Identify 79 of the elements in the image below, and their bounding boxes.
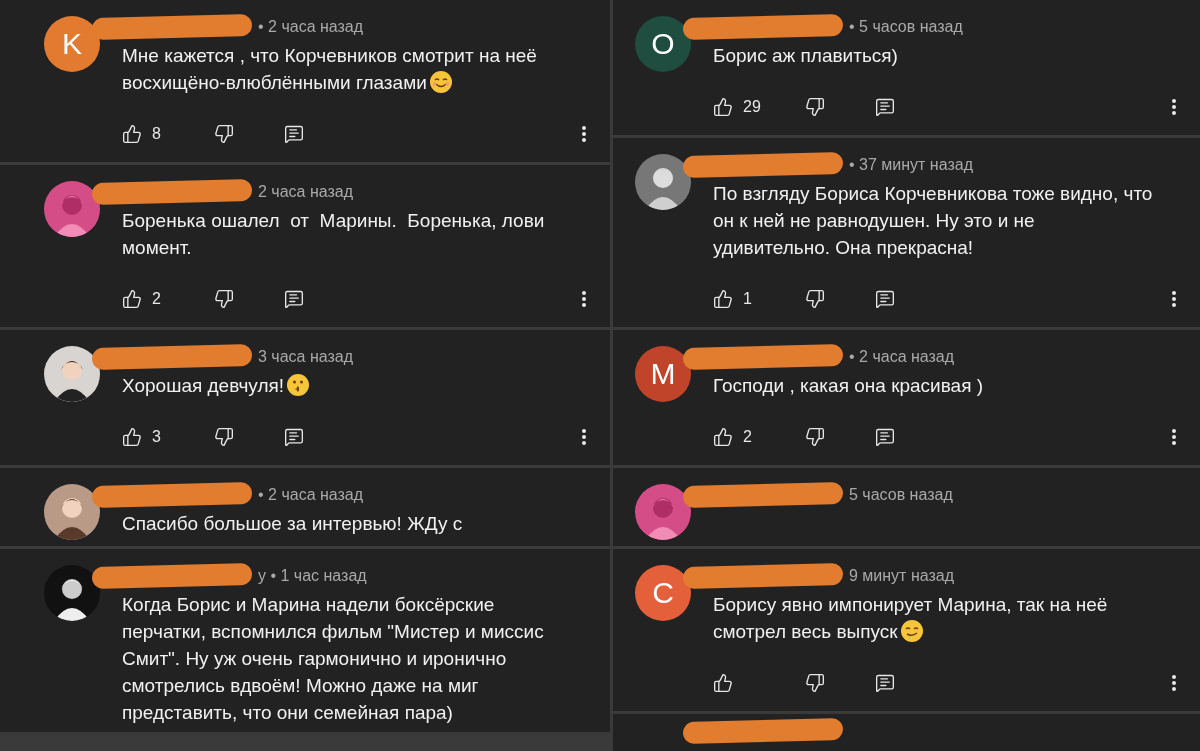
more-icon	[582, 291, 586, 307]
comment-text: Когда Борис и Марина надели боксёрские перчатки, вспомнился фильм "Мистер и миссис Смит". Ну уж очень гармонично и иронично смотрелись вдвоём! Можно даже на миг представить, что они семейная пара)	[122, 593, 545, 725]
thumbs-up-icon	[713, 97, 733, 117]
avatar[interactable]: C	[635, 565, 691, 621]
more-button[interactable]	[1172, 99, 1176, 115]
comment-text: Спасибо большое за интервью! ЖДу с	[122, 512, 464, 536]
reply-button[interactable]	[284, 124, 304, 144]
like-count: 2	[152, 290, 161, 308]
more-button[interactable]	[1172, 429, 1176, 445]
like-count: 1	[743, 290, 752, 308]
comment-time: у • 1 час назад	[258, 567, 367, 585]
comment-time: 5 часов назад	[849, 486, 953, 504]
thumbs-up-icon	[713, 427, 733, 447]
reply-button[interactable]	[875, 289, 895, 309]
reply-icon	[875, 673, 895, 693]
reply-button[interactable]	[284, 427, 304, 447]
comment-time: 2 часа назад	[258, 183, 354, 201]
more-button[interactable]	[582, 126, 586, 142]
thumbs-down-icon	[805, 427, 825, 447]
more-icon	[582, 429, 586, 445]
avatar[interactable]: O	[635, 16, 691, 72]
avatar[interactable]: M	[635, 346, 691, 402]
more-button[interactable]	[1172, 675, 1176, 691]
reply-icon	[284, 289, 304, 309]
like-button[interactable]: 3	[122, 427, 214, 447]
more-button[interactable]	[1172, 291, 1176, 307]
comment-text: Хорошая девчуля!	[122, 372, 586, 399]
reply-icon	[284, 427, 304, 447]
like-count: 2	[743, 428, 752, 446]
more-button[interactable]	[582, 429, 586, 445]
reply-button[interactable]	[875, 673, 895, 693]
thumbs-down-icon	[805, 673, 825, 693]
thumbs-up-icon	[122, 124, 142, 144]
comment-time: • 37 минут назад	[849, 156, 973, 174]
like-count: 8	[152, 125, 161, 143]
smiling-face-icon	[428, 70, 453, 94]
reply-button[interactable]	[284, 289, 304, 309]
reply-icon	[284, 124, 304, 144]
comment-text: Борису явно импонирует Марина, так на неё смотрел весь выпуск	[713, 593, 1109, 645]
thumbs-down-icon	[214, 289, 234, 309]
like-button[interactable]: 2	[122, 289, 214, 309]
more-icon	[1172, 429, 1176, 445]
reply-icon	[875, 97, 895, 117]
drooling-face-icon	[899, 619, 924, 643]
thumbs-down-icon	[214, 427, 234, 447]
like-button[interactable]: 29	[713, 97, 805, 117]
kissing-face-icon	[286, 373, 311, 397]
like-button[interactable]: 8	[122, 124, 214, 144]
comment-time: • 2 часа назад	[258, 18, 364, 36]
comment-time: • 5 часов назад	[849, 18, 963, 36]
comment-time: 3 часа назад	[258, 348, 354, 366]
like-button[interactable]: 2	[713, 427, 805, 447]
more-icon	[582, 126, 586, 142]
comment-text: Боренька ошалел от Марины. Боренька, лови момент.	[122, 209, 546, 260]
comment-time: • 2 часа назад	[258, 486, 364, 504]
like-count: 3	[152, 428, 161, 446]
like-count: 29	[743, 98, 761, 116]
reply-icon	[875, 289, 895, 309]
thumbs-down-icon	[214, 124, 234, 144]
more-icon	[1172, 99, 1176, 115]
comment-text: Мне кажется , что Корчевников смотрит на неё восхищёно-влюблёнными глазами	[122, 44, 538, 96]
like-button[interactable]: 1	[713, 289, 805, 309]
thumbs-up-icon	[122, 289, 142, 309]
more-icon	[1172, 675, 1176, 691]
thumbs-up-icon	[713, 289, 733, 309]
comment-text: Борис аж плавиться)	[713, 44, 899, 68]
reply-button[interactable]	[875, 427, 895, 447]
thumbs-down-icon	[805, 289, 825, 309]
comment-text: Господи , какая она красивая )	[713, 374, 985, 398]
thumbs-down-icon	[805, 97, 825, 117]
more-button[interactable]	[582, 291, 586, 307]
comment-text: По взгляду Бориса Корчевникова тоже видно, что он к ней не равнодушен. Ну это и не удивительно. Она прекрасна!	[713, 182, 1154, 260]
comment-time: 9 минут назад	[849, 567, 954, 585]
reply-icon	[875, 427, 895, 447]
reply-button[interactable]	[875, 97, 895, 117]
more-icon	[1172, 291, 1176, 307]
thumbs-up-icon	[122, 427, 142, 447]
comment-time: • 2 часа назад	[849, 348, 955, 366]
thumbs-up-icon	[713, 673, 733, 693]
